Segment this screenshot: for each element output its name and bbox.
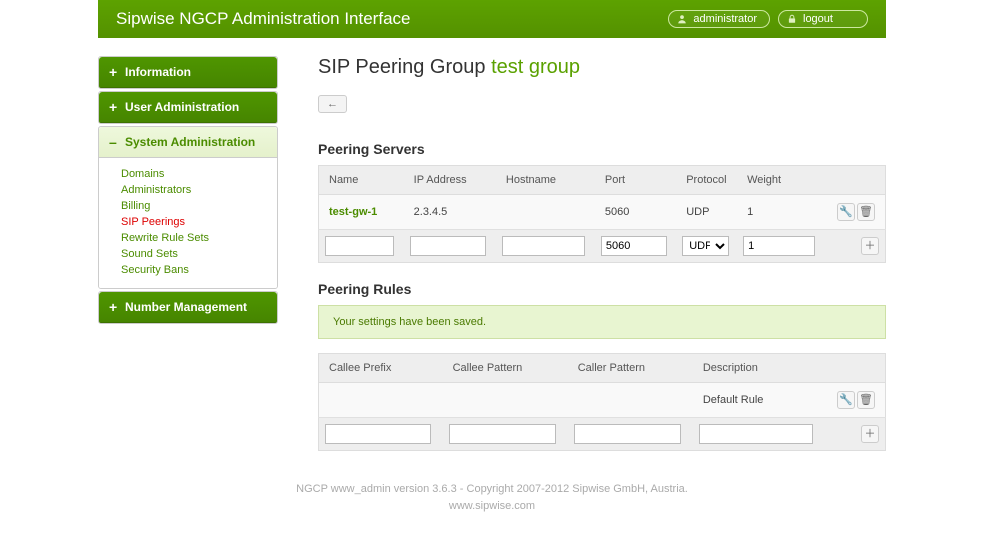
lock-icon [787, 14, 797, 24]
user-label: administrator [693, 13, 757, 25]
sidebar-item-rewrite-rule-sets[interactable]: Rewrite Rule Sets [121, 230, 277, 246]
add-icon[interactable]: ＋ [861, 237, 879, 255]
edit-icon[interactable]: 🔧 [837, 203, 855, 221]
edit-icon[interactable]: 🔧 [837, 391, 855, 409]
nav-section-system-administration[interactable]: –System Administration [99, 127, 277, 158]
server-input-port[interactable] [601, 236, 667, 256]
server-port: 5060 [595, 195, 676, 230]
rule-input-description[interactable] [699, 424, 813, 444]
nav-section-label: User Administration [125, 100, 239, 114]
rule-add-row: ＋ [319, 418, 886, 451]
col-ip-address: IP Address [404, 166, 496, 195]
server-name: test-gw-1 [319, 195, 404, 230]
collapse-icon: – [109, 136, 121, 148]
server-input-hostname[interactable] [502, 236, 585, 256]
servers-heading: Peering Servers [318, 141, 886, 157]
rule-input-callee_prefix[interactable] [325, 424, 431, 444]
save-notice: Your settings have been saved. [318, 305, 886, 339]
app-header: Sipwise NGCP Administration Interface ad… [98, 0, 886, 38]
nav-section-user-administration[interactable]: + User Administration [99, 92, 277, 123]
nav-section-information[interactable]: + Information [99, 57, 277, 88]
rule-description: Default Rule [693, 383, 825, 418]
server-input-weight[interactable] [743, 236, 815, 256]
page-title-prefix: SIP Peering Group [318, 56, 491, 78]
col-hostname: Hostname [496, 166, 595, 195]
add-icon[interactable]: ＋ [861, 425, 879, 443]
servers-table: NameIP AddressHostnamePortProtocolWeight… [318, 165, 886, 263]
sidebar-item-domains[interactable]: Domains [121, 166, 277, 182]
expand-icon: + [109, 66, 121, 78]
app-title: Sipwise NGCP Administration Interface [116, 9, 660, 29]
col-name: Name [319, 166, 404, 195]
server-hostname [496, 195, 595, 230]
server-input-ip[interactable] [410, 236, 486, 256]
rule-row: Default Rule 🔧🗑 [319, 383, 886, 418]
nav-section-label: Number Management [125, 300, 247, 314]
sidebar-item-administrators[interactable]: Administrators [121, 182, 277, 198]
nav-section-label: System Administration [125, 135, 255, 149]
rules-table: Callee PrefixCallee PatternCaller Patter… [318, 353, 886, 451]
sidebar-item-sip-peerings[interactable]: SIP Peerings [121, 214, 277, 230]
sidebar-item-security-bans[interactable]: Security Bans [121, 262, 277, 278]
server-select-protocol[interactable]: UDP [682, 236, 728, 256]
user-icon [677, 14, 687, 24]
user-pill[interactable]: administrator [668, 10, 770, 28]
nav-section-label: Information [125, 65, 191, 79]
sidebar-item-billing[interactable]: Billing [121, 198, 277, 214]
back-button[interactable]: ← [318, 95, 347, 113]
delete-icon[interactable]: 🗑 [857, 203, 875, 221]
sidebar: + Information + User Administration –System … [98, 56, 278, 451]
rule-callee_prefix [319, 383, 443, 418]
group-name: test group [491, 56, 580, 78]
col-caller-pattern: Caller Pattern [568, 354, 693, 383]
server-input-name[interactable] [325, 236, 394, 256]
footer-line2: www.sipwise.com [0, 498, 984, 515]
server-row: test-gw-12.3.4.5 5060UDP1 🔧🗑 [319, 195, 886, 230]
page-title: SIP Peering Group test group [318, 56, 886, 79]
col-port: Port [595, 166, 676, 195]
logout-pill[interactable]: logout [778, 10, 868, 28]
rule-input-callee_pattern[interactable] [449, 424, 556, 444]
rule-caller_pattern [568, 383, 693, 418]
main-content: SIP Peering Group test group ← Peering S… [318, 56, 886, 451]
expand-icon: + [109, 101, 121, 113]
col-callee-pattern: Callee Pattern [443, 354, 568, 383]
col-weight: Weight [737, 166, 825, 195]
server-ip: 2.3.4.5 [404, 195, 496, 230]
server-add-row: UDP ＋ [319, 230, 886, 263]
rule-callee_pattern [443, 383, 568, 418]
rules-heading: Peering Rules [318, 281, 886, 297]
expand-icon: + [109, 301, 121, 313]
sidebar-item-sound-sets[interactable]: Sound Sets [121, 246, 277, 262]
col-callee-prefix: Callee Prefix [319, 354, 443, 383]
server-weight: 1 [737, 195, 825, 230]
col-description: Description [693, 354, 825, 383]
logout-label: logout [803, 13, 833, 25]
nav-section-number-management[interactable]: + Number Management [99, 292, 277, 323]
delete-icon[interactable]: 🗑 [857, 391, 875, 409]
rule-input-caller_pattern[interactable] [574, 424, 681, 444]
footer-line1: NGCP www_admin version 3.6.3 - Copyright… [0, 481, 984, 498]
col-protocol: Protocol [676, 166, 737, 195]
server-protocol: UDP [676, 195, 737, 230]
footer: NGCP www_admin version 3.6.3 - Copyright… [0, 481, 984, 514]
